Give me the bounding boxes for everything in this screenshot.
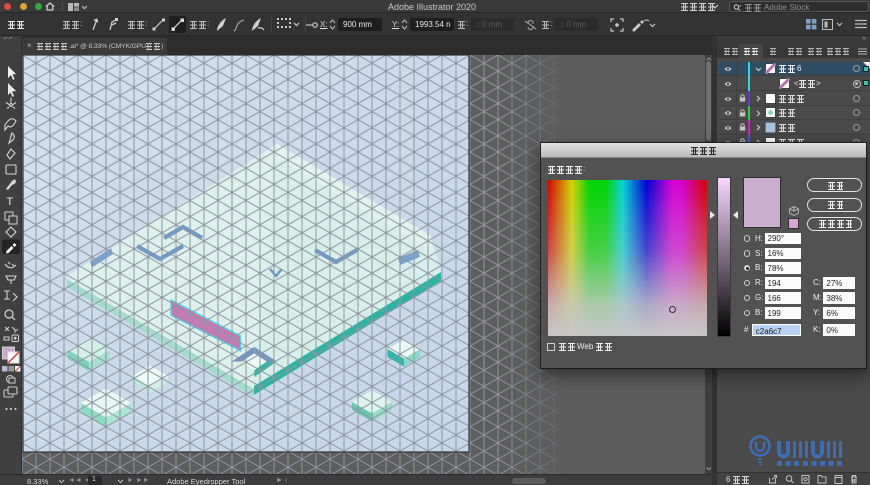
svg-text:T: T	[7, 196, 14, 208]
